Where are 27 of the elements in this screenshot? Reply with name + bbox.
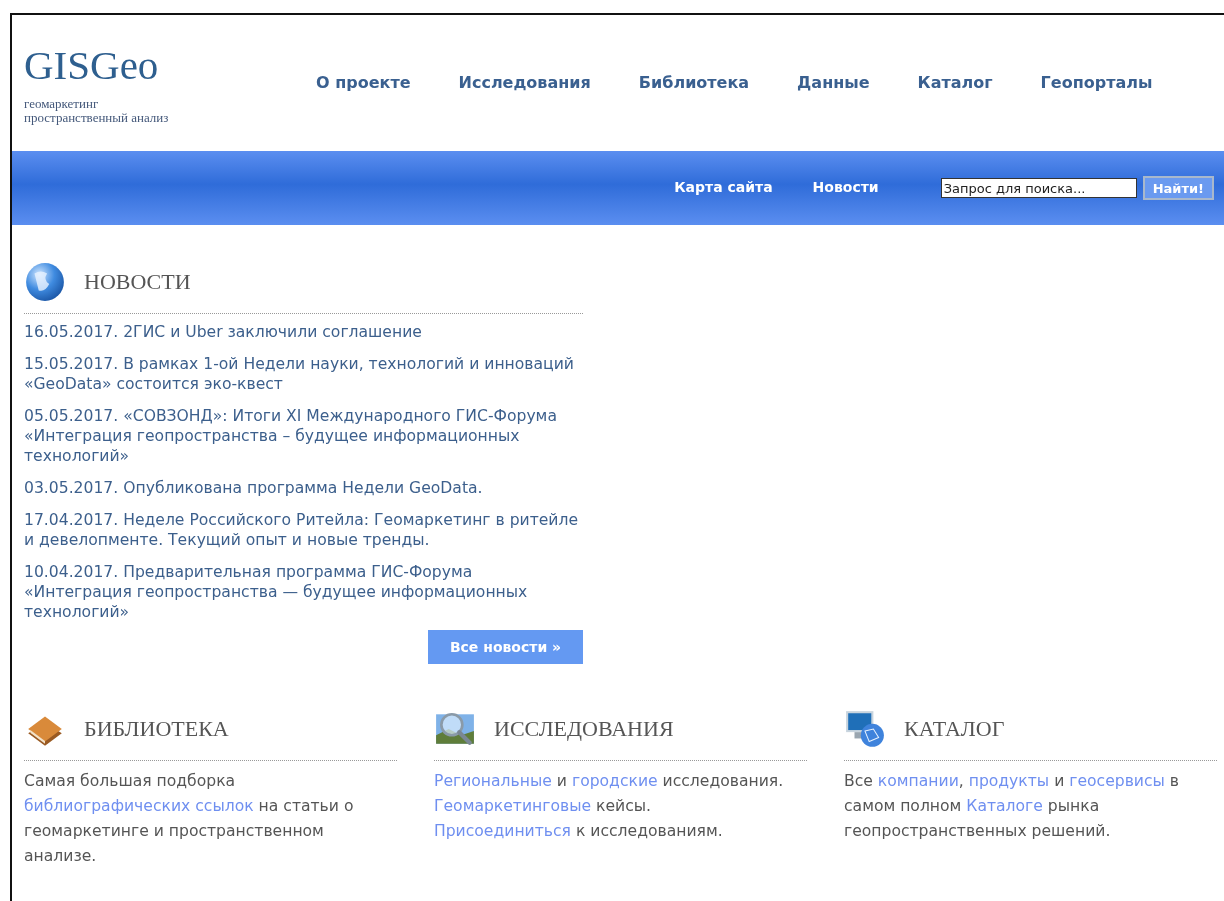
news-link[interactable]: 15.05.2017. В рамках 1-ой Недели науки, технологий и инноваций «GeoData» состоится эко-квест [24, 354, 583, 394]
globe-icon [24, 261, 66, 303]
section-description: Все компании, продукты и геосервисы в самом полном Каталоге рынка геопространственных решений. [844, 771, 1180, 842]
nav-link[interactable]: О проекте [316, 73, 411, 92]
nav-link[interactable]: Данные [797, 73, 870, 92]
news-link[interactable]: 10.04.2017. Предварительная программа ГИС-Форума «Интеграция геопространства — будущее информационных технологий» [24, 562, 583, 622]
news-link[interactable]: 03.05.2017. Опубликована программа Недели GeoData. [24, 478, 583, 498]
section-description: Региональные и городские исследования. Геомаркетинговые кейсы. Присоединиться к исследованиям. [434, 771, 785, 842]
news-link[interactable]: 05.05.2017. «СОВЗОНД»: Итоги XI Международного ГИС-Форума «Интеграция геопространства – будущее информационных технологий» [24, 406, 583, 466]
section-heading: ИССЛЕДОВАНИЯ [494, 716, 674, 742]
site-logo[interactable]: GISGeo [24, 41, 294, 89]
site-tagline: геомаркетинг [24, 97, 100, 111]
section-description: Самая большая подборка библиографических ссылок на статьи о геомаркетинге и пространственном анализе. [24, 771, 355, 867]
nav-link[interactable]: Каталог [917, 73, 993, 92]
nav-link[interactable]: Библиотека [638, 73, 750, 92]
nav-link[interactable]: Геопорталы [1040, 73, 1153, 92]
news-link[interactable]: 16.05.2017. 2ГИС и Uber заключили соглашение [24, 322, 583, 342]
section-heading: НОВОСТИ [84, 269, 191, 295]
news-link[interactable]: 17.04.2017. Неделе Российского Ритейла: Геомаркетинг в ритейле и девелопменте. Текущий опыт и новые тренды. [24, 510, 583, 550]
monitor-globe-icon [844, 708, 886, 750]
section-heading: КАТАЛОГ [904, 716, 1005, 742]
search-field[interactable]: Запрос для поиска... [940, 178, 1137, 198]
section-heading: БИБЛИОТЕКА [84, 716, 229, 742]
nav-link[interactable]: Исследования [458, 73, 591, 92]
nav-link[interactable]: Карта сайта [674, 178, 773, 195]
nav-link[interactable]: Новости [812, 178, 879, 195]
site-tagline: пространственный анализ [24, 111, 170, 125]
